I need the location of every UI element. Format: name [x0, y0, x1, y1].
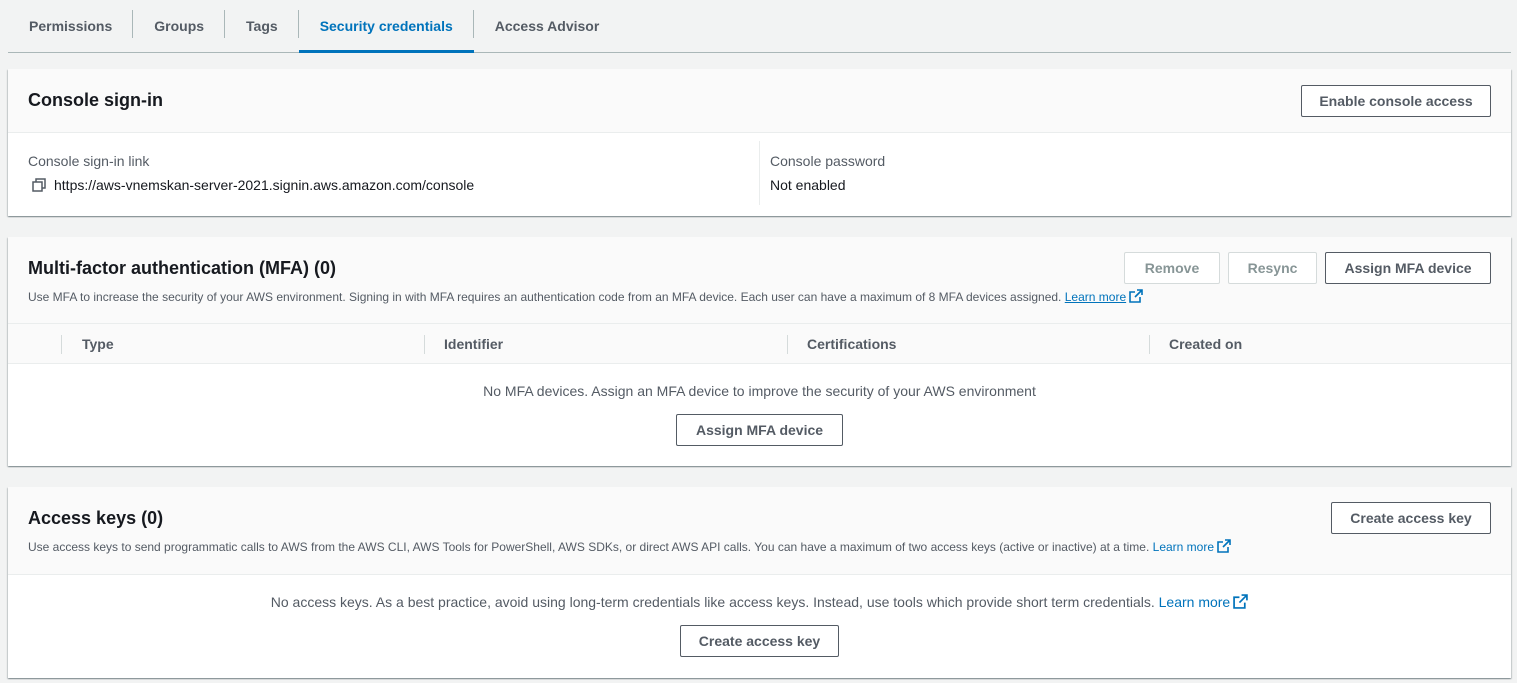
assign-mfa-device-button[interactable]: Assign MFA device — [1325, 252, 1491, 284]
external-link-icon — [1233, 594, 1249, 612]
console-signin-link-value[interactable]: https://aws-vnemskan-server-2021.signin.… — [54, 177, 474, 193]
tab-security-credentials[interactable]: Security credentials — [298, 0, 474, 53]
access-keys-header: Access keys (0) Use access keys to send … — [8, 487, 1511, 575]
create-access-key-button[interactable]: Create access key — [1331, 502, 1491, 534]
tab-label: Security credentials — [319, 18, 453, 34]
column-header-certifications[interactable]: Certifications — [807, 324, 896, 364]
column-divider — [759, 141, 760, 205]
mfa-panel: Multi-factor authentication (MFA) (0) Us… — [8, 237, 1511, 466]
console-signin-title: Console sign-in — [28, 90, 163, 110]
mfa-description: Use MFA to increase the security of your… — [28, 289, 1143, 306]
learn-more-label: Learn more — [1152, 540, 1215, 554]
console-signin-panel: Console sign-in Enable console access Co… — [8, 69, 1511, 216]
resync-button[interactable]: Resync — [1228, 252, 1317, 284]
mfa-empty-message: No MFA devices. Assign an MFA device to … — [483, 383, 1036, 399]
access-keys-title: Access keys (0) — [28, 508, 164, 528]
console-signin-header: Console sign-in Enable console access — [8, 69, 1511, 133]
console-signin-link-label: Console sign-in link — [28, 153, 150, 169]
column-divider — [61, 335, 62, 354]
tab-bar: Permissions Groups Tags Security credent… — [8, 0, 1511, 53]
tab-label: Permissions — [29, 18, 113, 34]
copy-icon[interactable] — [32, 178, 46, 192]
column-divider — [424, 335, 425, 354]
access-keys-description: Use access keys to send programmatic cal… — [28, 539, 1231, 556]
mfa-table-header: Type Identifier Certifications Created o… — [8, 324, 1511, 364]
learn-more-label: Learn more — [1064, 290, 1127, 304]
console-password-label: Console password — [770, 153, 886, 169]
access-keys-learn-more-link[interactable]: Learn more — [1152, 539, 1231, 556]
tab-tags[interactable]: Tags — [225, 0, 299, 52]
column-divider — [1149, 335, 1150, 354]
tab-label: Tags — [246, 18, 278, 34]
column-header-created-on[interactable]: Created on — [1169, 324, 1242, 364]
create-access-key-empty-button[interactable]: Create access key — [680, 625, 839, 657]
mfa-header: Multi-factor authentication (MFA) (0) Us… — [8, 237, 1511, 324]
remove-button[interactable]: Remove — [1124, 252, 1220, 284]
external-link-icon — [1129, 289, 1143, 306]
tab-label: Access Advisor — [494, 18, 600, 34]
access-keys-description-text: Use access keys to send programmatic cal… — [28, 540, 1150, 554]
mfa-title: Multi-factor authentication (MFA) (0) — [28, 258, 336, 278]
column-header-type[interactable]: Type — [82, 324, 114, 364]
external-link-icon — [1217, 539, 1231, 556]
mfa-description-text: Use MFA to increase the security of your… — [28, 290, 1062, 304]
learn-more-label: Learn more — [1158, 594, 1231, 610]
access-keys-empty-message: No access keys. As a best practice, avoi… — [8, 594, 1511, 612]
console-password-value: Not enabled — [770, 177, 846, 193]
access-keys-panel: Access keys (0) Use access keys to send … — [8, 487, 1511, 678]
access-keys-empty-learn-more-link[interactable]: Learn more — [1159, 594, 1249, 610]
column-divider — [787, 335, 788, 354]
tab-groups[interactable]: Groups — [133, 0, 226, 52]
enable-console-access-button[interactable]: Enable console access — [1301, 85, 1491, 117]
column-header-identifier[interactable]: Identifier — [444, 324, 503, 364]
tab-access-advisor[interactable]: Access Advisor — [474, 0, 621, 52]
tab-permissions[interactable]: Permissions — [8, 0, 134, 52]
access-keys-empty-text: No access keys. As a best practice, avoi… — [270, 594, 1155, 610]
mfa-learn-more-link[interactable]: Learn more — [1064, 289, 1143, 306]
tab-label: Groups — [154, 18, 205, 34]
assign-mfa-device-empty-button[interactable]: Assign MFA device — [676, 414, 843, 446]
